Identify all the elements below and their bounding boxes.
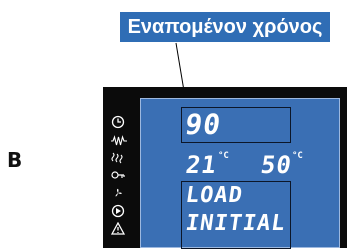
clock-icon — [111, 115, 125, 129]
temperature-2-unit: °C — [292, 151, 303, 161]
temperature-2-value: 50 — [259, 151, 294, 179]
warning-icon — [111, 222, 125, 235]
status-icons — [105, 115, 131, 248]
message-line-1: LOAD — [184, 183, 245, 208]
section-letter: B — [7, 148, 23, 172]
disc-icon — [111, 204, 125, 218]
heater-icon — [111, 135, 127, 146]
remaining-time-value: 90 — [183, 108, 224, 141]
steam-icon — [111, 152, 123, 164]
key-icon — [111, 171, 125, 179]
message-line-2: INITIAL — [184, 211, 288, 236]
fan-icon — [115, 188, 122, 197]
temperature-1-unit: °C — [218, 151, 229, 161]
temperature-1-value: 21 — [184, 151, 219, 179]
lcd-screen: 90 21 °C 50 °C LOAD INITIAL — [140, 98, 340, 249]
